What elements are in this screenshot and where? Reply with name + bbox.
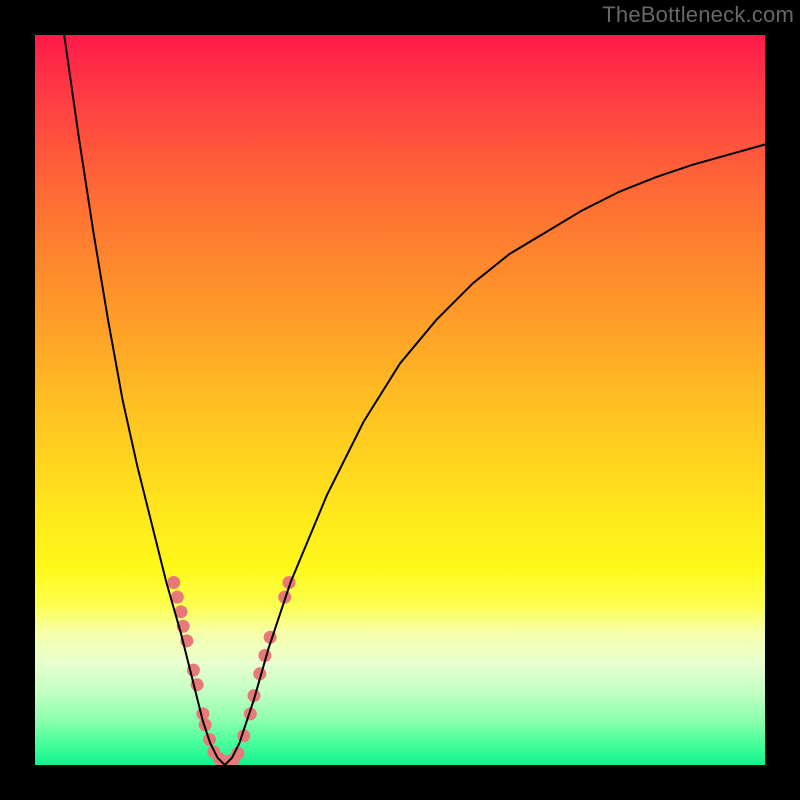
watermark-text: TheBottleneck.com	[602, 2, 794, 28]
scatter-dots	[167, 576, 295, 765]
bottleneck-curve	[64, 35, 765, 765]
data-point	[167, 576, 180, 589]
chart-svg	[35, 35, 765, 765]
chart-frame: TheBottleneck.com	[0, 0, 800, 800]
plot-area	[35, 35, 765, 765]
